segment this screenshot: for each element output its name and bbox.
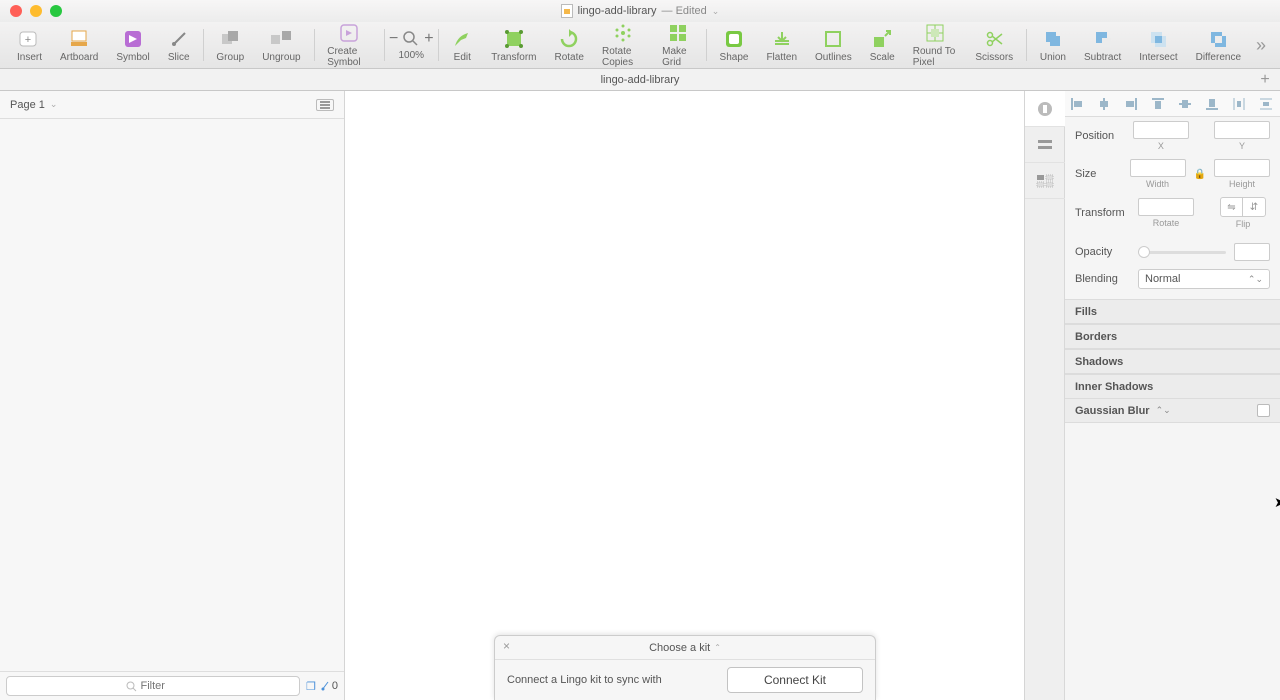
inspector-tab-lingo[interactable] [1025,91,1065,127]
shadows-section-header[interactable]: Shadows [1065,349,1280,374]
canvas[interactable]: ➤ [345,91,1025,700]
toolbar: +Insert Artboard Symbol Slice Group Ungr… [0,22,1280,69]
opacity-input[interactable] [1234,243,1270,261]
lock-aspect-icon[interactable]: 🔒 [1194,169,1206,180]
connect-kit-button[interactable]: Connect Kit [727,667,863,693]
inner-shadows-section-header[interactable]: Inner Shadows [1065,374,1280,399]
make-grid-button[interactable]: Make Grid [653,22,702,69]
alignment-toolbar [1065,91,1280,117]
ungroup-button[interactable]: Ungroup [253,22,309,69]
blending-dropdown[interactable]: Normal⌃⌄ [1138,269,1270,289]
subtract-button[interactable]: Subtract [1075,22,1130,69]
document-tab[interactable]: lingo-add-library [0,74,1280,86]
insert-button[interactable]: +Insert [8,22,51,69]
scale-button[interactable]: Scale [861,22,904,69]
edit-button[interactable]: Edit [442,22,482,69]
slice-button[interactable]: Slice [159,22,199,69]
round-to-pixel-button[interactable]: Round To Pixel [904,22,967,69]
align-right-icon[interactable] [1124,97,1140,111]
collapse-layers-icon[interactable]: ❐ [306,680,316,693]
search-icon [126,681,137,692]
flip-control[interactable]: ⇋⇵ [1220,197,1266,217]
zoom-in-button[interactable]: + [424,30,433,48]
close-lingo-button[interactable]: × [503,639,510,653]
document-title: lingo-add-library [578,5,657,17]
inspector-tab-align[interactable] [1025,127,1065,163]
zoom-out-button[interactable]: − [389,30,398,48]
flip-h-button[interactable]: ⇋ [1221,198,1243,216]
filter-layers-input[interactable] [6,676,300,696]
fills-section-header[interactable]: Fills [1065,299,1280,324]
toolbar-overflow-button[interactable]: » [1250,35,1272,56]
blending-label: Blending [1075,273,1130,285]
align-bottom-icon[interactable] [1205,97,1221,111]
scissors-button[interactable]: Scissors [966,22,1022,69]
gaussian-blur-label: Gaussian Blur [1075,405,1150,417]
opacity-label: Opacity [1075,246,1130,258]
width-input[interactable] [1130,159,1186,177]
outlines-button[interactable]: Outlines [806,22,861,69]
inspector-panel: Position X Y Size Width 🔒 Height Transfo… [1065,91,1280,700]
align-top-icon[interactable] [1151,97,1167,111]
shape-button[interactable]: Shape [711,22,758,69]
create-symbol-button[interactable]: Create Symbol [318,22,380,69]
page-list-toggle[interactable] [316,99,334,111]
borders-section-header[interactable]: Borders [1065,324,1280,349]
gaussian-blur-checkbox[interactable] [1257,404,1270,417]
zoom-control[interactable]: −+ 100% [389,30,434,61]
align-left-icon[interactable] [1070,97,1086,111]
position-y-input[interactable] [1214,121,1270,139]
group-button[interactable]: Group [207,22,253,69]
inspector-tab-layout[interactable] [1025,163,1065,199]
chevron-updown-icon[interactable]: ⌃⌄ [1156,405,1171,416]
choose-kit-label[interactable]: Choose a kit [649,642,710,654]
rotate-copies-button[interactable]: Rotate Copies [593,22,653,69]
rotate-button[interactable]: Rotate [546,22,593,69]
chevron-down-icon[interactable]: ⌄ [712,6,720,17]
add-tab-button[interactable]: + [1254,69,1276,91]
artboard-button[interactable]: Artboard [51,22,107,69]
title-bar: lingo-add-library — Edited ⌄ [0,0,1280,22]
chevron-down-icon: ⌄ [50,99,58,110]
document-icon [561,4,573,18]
rotate-input[interactable] [1138,198,1194,216]
lingo-message: Connect a Lingo kit to sync with [507,674,662,686]
lingo-panel: × Choose a kit ⌃ Connect a Lingo kit to s… [494,635,876,700]
inspector-tab-column [1025,91,1065,700]
chevron-up-icon: ⌃ [714,643,721,652]
union-button[interactable]: Union [1031,22,1075,69]
tab-bar: lingo-add-library + [0,69,1280,91]
height-input[interactable] [1214,159,1270,177]
svg-text:+: + [24,34,30,46]
left-panel: Page 1⌄ ❐ 0 [0,91,345,700]
position-label: Position [1075,130,1125,142]
page-selector[interactable]: Page 1⌄ [0,91,344,119]
distribute-h-icon[interactable] [1232,97,1248,111]
document-edited-label: — Edited [662,5,707,17]
flip-v-button[interactable]: ⇵ [1243,198,1265,216]
transform-label: Transform [1075,207,1130,219]
symbol-button[interactable]: Symbol [107,22,158,69]
slice-count-toggle[interactable]: 0 [320,680,338,692]
transform-button[interactable]: Transform [482,22,545,69]
flatten-button[interactable]: Flatten [757,22,806,69]
intersect-button[interactable]: Intersect [1130,22,1186,69]
chevron-updown-icon: ⌃⌄ [1248,274,1263,285]
position-x-input[interactable] [1133,121,1189,139]
difference-button[interactable]: Difference [1187,22,1250,69]
align-hcenter-icon[interactable] [1097,97,1113,111]
size-label: Size [1075,168,1122,180]
opacity-slider[interactable] [1138,251,1226,254]
layers-list-empty [0,119,344,671]
align-vcenter-icon[interactable] [1178,97,1194,111]
cursor-icon: ➤ [1274,494,1280,511]
distribute-v-icon[interactable] [1259,97,1275,111]
